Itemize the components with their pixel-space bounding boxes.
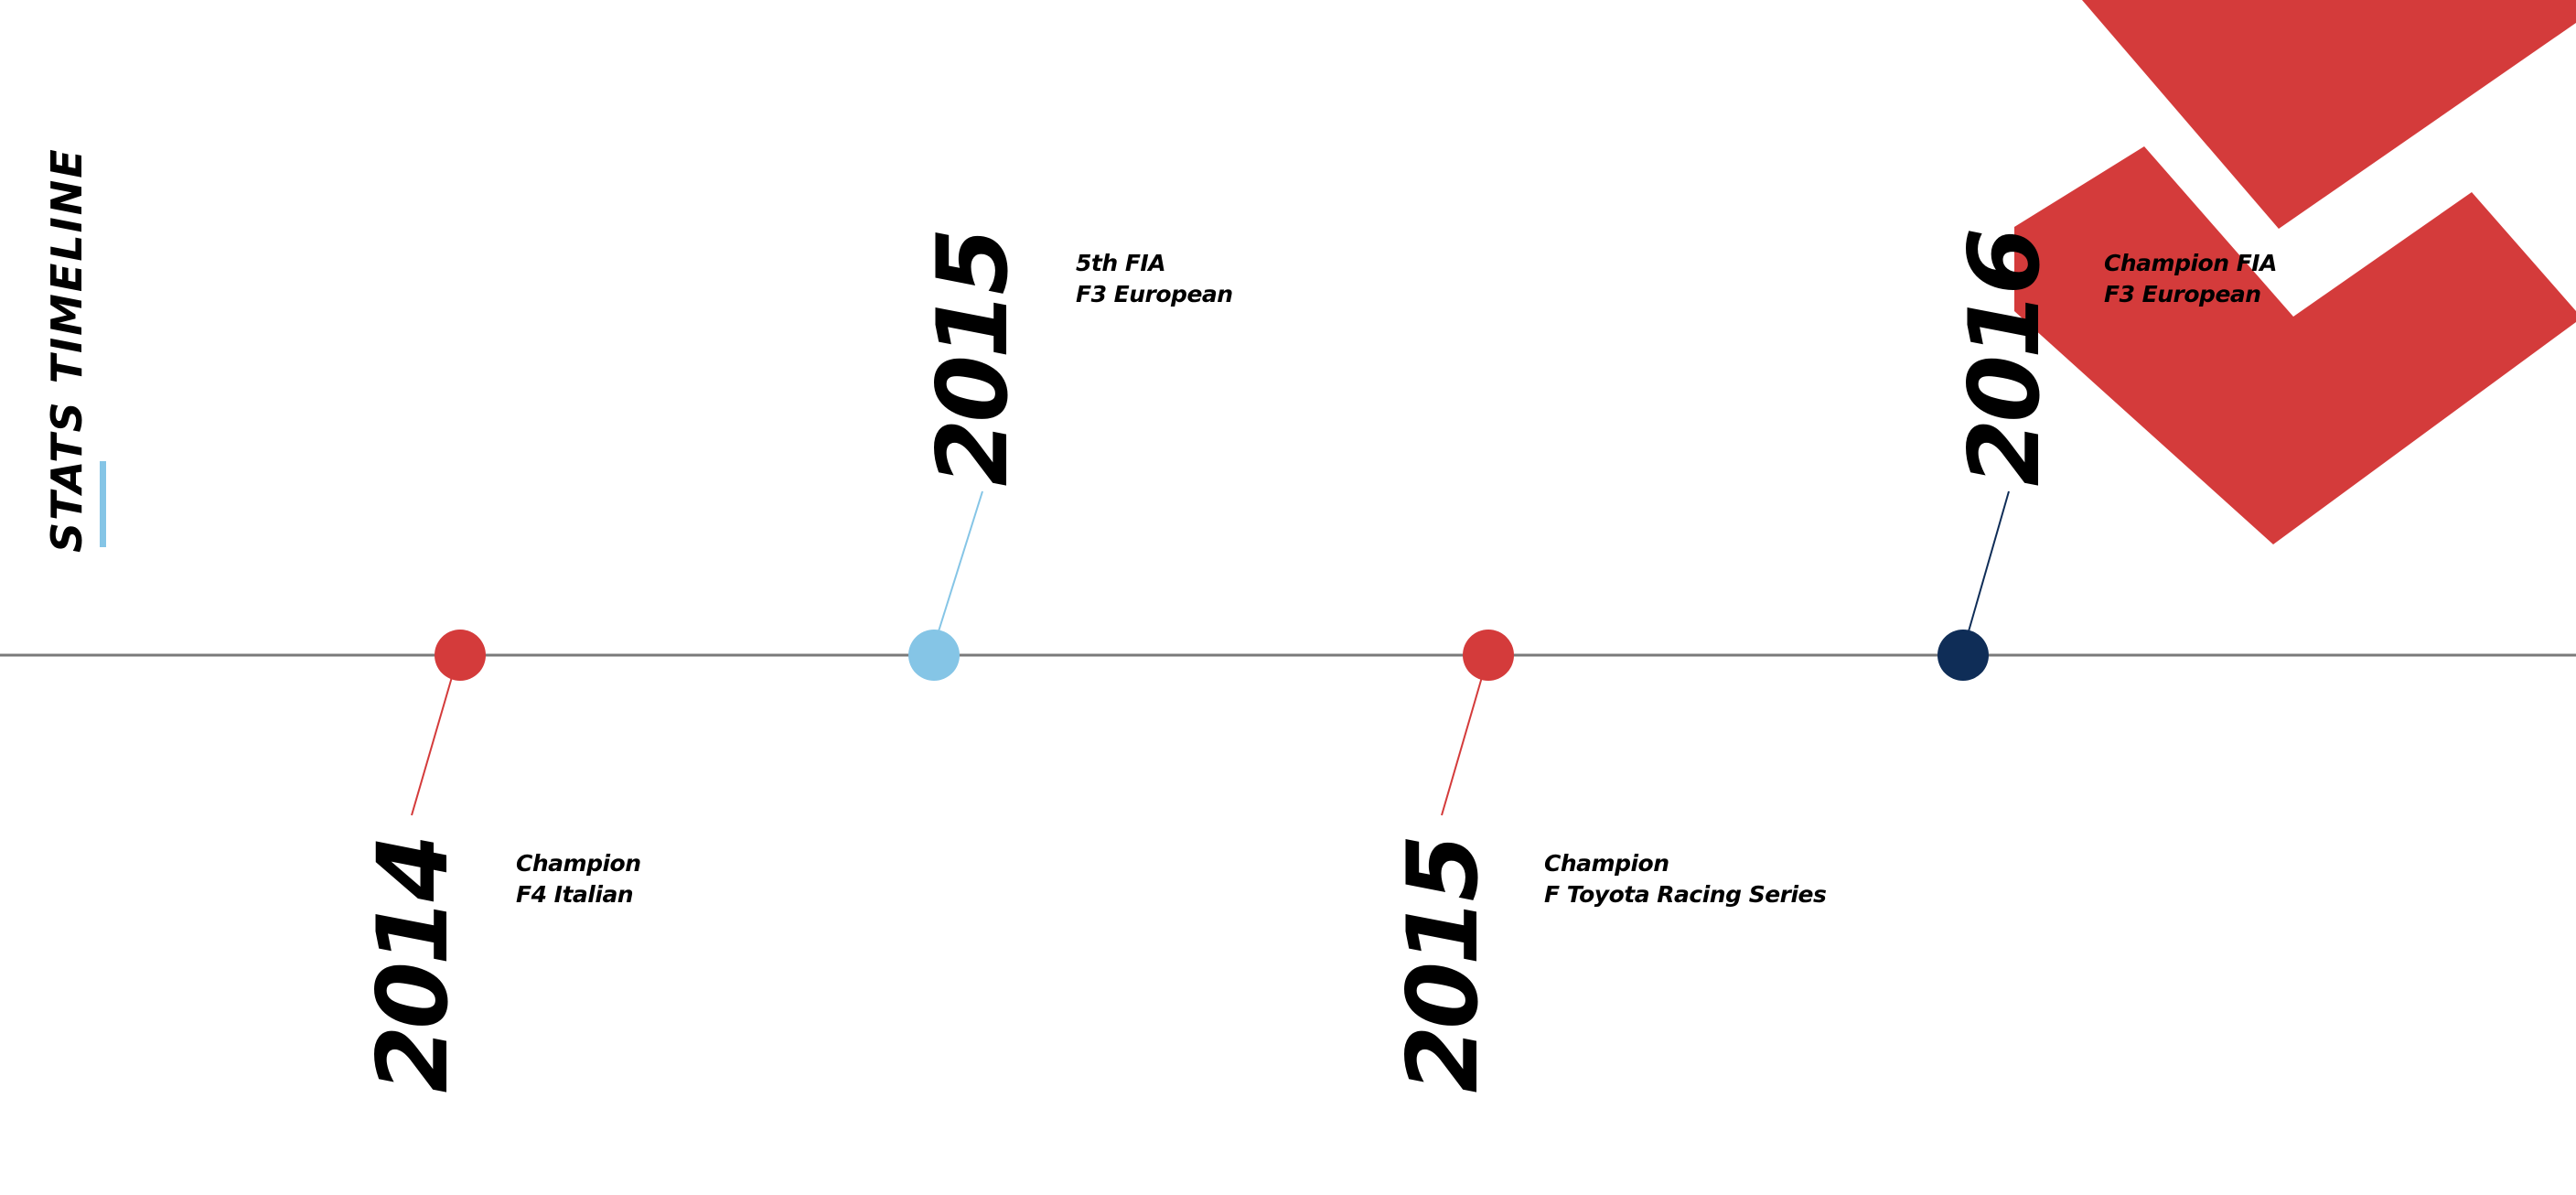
connector-2014 <box>411 676 453 816</box>
milestone-desc-line2: F4 Italian <box>516 881 634 908</box>
milestone-desc-line2: F3 European <box>2104 281 2261 307</box>
milestone-dot-2016 <box>1937 630 1989 681</box>
milestone-desc-2015-a: 5th FIA F3 European <box>1076 248 1233 310</box>
milestone-desc-2014: Champion F4 Italian <box>516 848 641 910</box>
milestone-desc-line2: F Toyota Racing Series <box>1544 881 1827 908</box>
timeline-slide: STATS TIMELINE 2014 Champion F4 Italian … <box>0 0 2576 1195</box>
connector-2016 <box>1968 490 2010 632</box>
milestone-desc-line1: Champion FIA <box>2104 250 2277 276</box>
milestone-desc-line1: 5th FIA <box>1076 250 1166 276</box>
milestone-desc-2016: Champion FIA F3 European <box>2104 248 2277 310</box>
milestone-desc-line1: Champion <box>1544 850 1669 877</box>
page-title: STATS TIMELINE <box>42 147 91 553</box>
title-accent-bar <box>100 461 106 547</box>
milestone-desc-2015-b: Champion F Toyota Racing Series <box>1544 848 1827 910</box>
connector-2015-b <box>1441 676 1483 816</box>
milestone-dot-2014 <box>435 630 486 681</box>
milestone-year-2014: 2014 <box>357 837 469 1093</box>
milestone-year-2015-b: 2015 <box>1387 837 1499 1093</box>
milestone-year-2015-a: 2015 <box>917 231 1029 487</box>
milestone-desc-line1: Champion <box>516 850 641 877</box>
milestone-dot-2015-a <box>908 630 960 681</box>
connector-2015-a <box>938 490 983 632</box>
milestone-year-2016: 2016 <box>1948 231 2061 487</box>
milestone-desc-line2: F3 European <box>1076 281 1233 307</box>
milestone-dot-2015-b <box>1463 630 1514 681</box>
